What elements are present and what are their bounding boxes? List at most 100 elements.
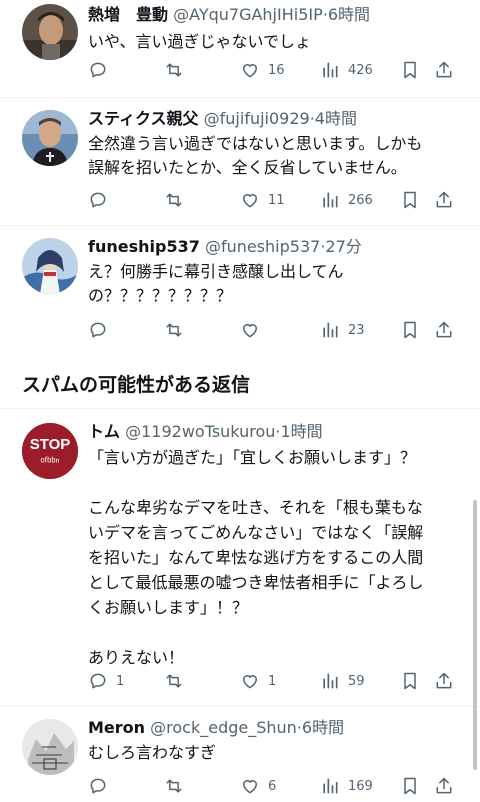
share-icon: [436, 672, 452, 689]
reply-button[interactable]: [88, 774, 116, 798]
user-handle[interactable]: @funeship537: [205, 237, 320, 256]
share-button[interactable]: [434, 58, 454, 82]
view-count: 169: [348, 778, 373, 794]
views-button[interactable]: 23: [320, 318, 365, 342]
display-name[interactable]: funeship537: [88, 237, 200, 256]
views-button[interactable]: 169: [320, 774, 373, 798]
tweet-text: むしろ言わなすぎ: [88, 743, 217, 762]
timestamp[interactable]: 4時間: [315, 109, 357, 128]
share-icon: [436, 321, 452, 338]
retweet-icon: [166, 674, 182, 688]
bookmark-icon: [404, 61, 416, 79]
reply-icon: [90, 673, 106, 689]
avatar-photo-icon: [22, 110, 78, 166]
bookmark-icon: [404, 191, 416, 209]
heart-icon: [243, 324, 257, 338]
avatar[interactable]: [22, 4, 78, 60]
tweet-text: 「言い方が過ぎた」「宜しくお願いします」？ こんな卑劣なデマを吐き、それを「根も…: [88, 448, 424, 667]
reply-icon: [90, 778, 106, 794]
share-icon: [436, 61, 452, 78]
reply-count: 1: [116, 673, 125, 689]
reply-button[interactable]: [88, 188, 116, 212]
bookmark-button[interactable]: [400, 318, 420, 342]
spam-section-title: スパムの可能性がある返信: [22, 374, 251, 396]
tweet-text: いや、言い過ぎじゃないでしょ: [88, 32, 312, 51]
share-button[interactable]: [434, 774, 454, 798]
like-button[interactable]: 6: [240, 774, 276, 798]
avatar-photo-icon: [22, 4, 78, 60]
views-chart-icon: [323, 673, 338, 689]
tweet-text: え？何勝手に幕引き感醸し出してん の？？？？？？？？: [88, 262, 344, 305]
reply-icon: [90, 62, 106, 78]
reply-tweet-1[interactable]: 熱増 豊動 @AYqu7GAhjIHi5IP·6時間 いや、言い過ぎじゃないでし…: [0, 0, 480, 98]
bookmark-icon: [404, 777, 416, 795]
like-count: 6: [268, 778, 277, 794]
view-count: 59: [348, 673, 365, 689]
like-count: 16: [268, 62, 285, 78]
retweet-icon: [166, 323, 182, 337]
timestamp[interactable]: 1時間: [280, 422, 322, 441]
user-handle[interactable]: @AYqu7GAhjIHi5IP: [173, 5, 323, 24]
bookmark-button[interactable]: [400, 669, 420, 693]
retweet-button[interactable]: [164, 318, 192, 342]
display-name[interactable]: トム: [88, 422, 120, 441]
heart-icon: [243, 780, 257, 794]
stop-sign-avatar-icon: STOP ᵒᶠᵇᵇⁿ: [22, 423, 78, 479]
view-count: 426: [348, 62, 373, 78]
avatar[interactable]: [22, 110, 78, 166]
share-button[interactable]: [434, 188, 454, 212]
scrollbar[interactable]: [473, 500, 477, 770]
share-button[interactable]: [434, 669, 454, 693]
avatar[interactable]: [22, 238, 78, 294]
bookmark-icon: [404, 672, 416, 690]
reply-icon: [90, 322, 106, 338]
view-count: 23: [348, 322, 365, 338]
display-name[interactable]: Meron: [88, 718, 145, 737]
retweet-icon: [166, 779, 182, 793]
reply-button[interactable]: [88, 58, 116, 82]
reply-icon: [90, 192, 106, 208]
retweet-button[interactable]: [164, 774, 192, 798]
views-chart-icon: [323, 778, 338, 794]
timestamp[interactable]: 27分: [325, 237, 361, 256]
avatar-sketch-icon: [22, 719, 78, 775]
retweet-button[interactable]: [164, 669, 192, 693]
display-name[interactable]: 熱増 豊動: [88, 5, 168, 24]
bookmark-button[interactable]: [400, 774, 420, 798]
share-icon: [436, 777, 452, 794]
reply-button[interactable]: 1: [88, 669, 124, 693]
user-handle[interactable]: @fujifuji0929: [204, 109, 310, 128]
reply-button[interactable]: [88, 318, 116, 342]
display-name[interactable]: スティクス親父: [88, 109, 199, 128]
user-handle[interactable]: @1192woTsukurou: [125, 422, 275, 441]
retweet-button[interactable]: [164, 58, 192, 82]
tweet-text: 全然違う言い過ぎではないと思います。しかも 誤解を招いたとか、全く反省していませ…: [88, 134, 423, 177]
like-button[interactable]: 1: [240, 669, 276, 693]
reply-tweet-5[interactable]: Meron @rock_edge_Shun·6時間 むしろ言わなすぎ 6 169: [0, 707, 480, 802]
views-chart-icon: [323, 322, 338, 338]
retweet-button[interactable]: [164, 188, 192, 212]
timestamp[interactable]: 6時間: [302, 718, 344, 737]
stop-subtext: ᵒᶠᵇᵇⁿ: [41, 456, 60, 468]
avatar[interactable]: STOP ᵒᶠᵇᵇⁿ: [22, 423, 78, 479]
avatar-illustration-icon: [22, 238, 78, 294]
like-button[interactable]: [240, 318, 268, 342]
bookmark-button[interactable]: [400, 58, 420, 82]
bookmark-button[interactable]: [400, 188, 420, 212]
views-chart-icon: [323, 62, 338, 78]
timestamp[interactable]: 6時間: [328, 5, 370, 24]
reply-tweet-4[interactable]: STOP ᵒᶠᵇᵇⁿ トム @1192woTsukurou·1時間 「言い方が過…: [0, 409, 480, 707]
user-handle[interactable]: @rock_edge_Shun: [150, 718, 297, 737]
views-button[interactable]: 59: [320, 669, 365, 693]
share-button[interactable]: [434, 318, 454, 342]
view-count: 266: [348, 192, 373, 208]
like-count: 1: [268, 673, 277, 689]
reply-tweet-3[interactable]: funeship537 @funeship537·27分 え？何勝手に幕引き感醸…: [0, 226, 480, 350]
reply-tweet-2[interactable]: スティクス親父 @fujifuji0929·4時間 全然違う言い過ぎではないと思…: [0, 98, 480, 226]
like-button[interactable]: 16: [240, 58, 285, 82]
views-button[interactable]: 426: [320, 58, 373, 82]
views-button[interactable]: 266: [320, 188, 373, 212]
like-button[interactable]: 11: [240, 188, 285, 212]
avatar[interactable]: [22, 719, 78, 775]
heart-icon: [243, 194, 257, 208]
